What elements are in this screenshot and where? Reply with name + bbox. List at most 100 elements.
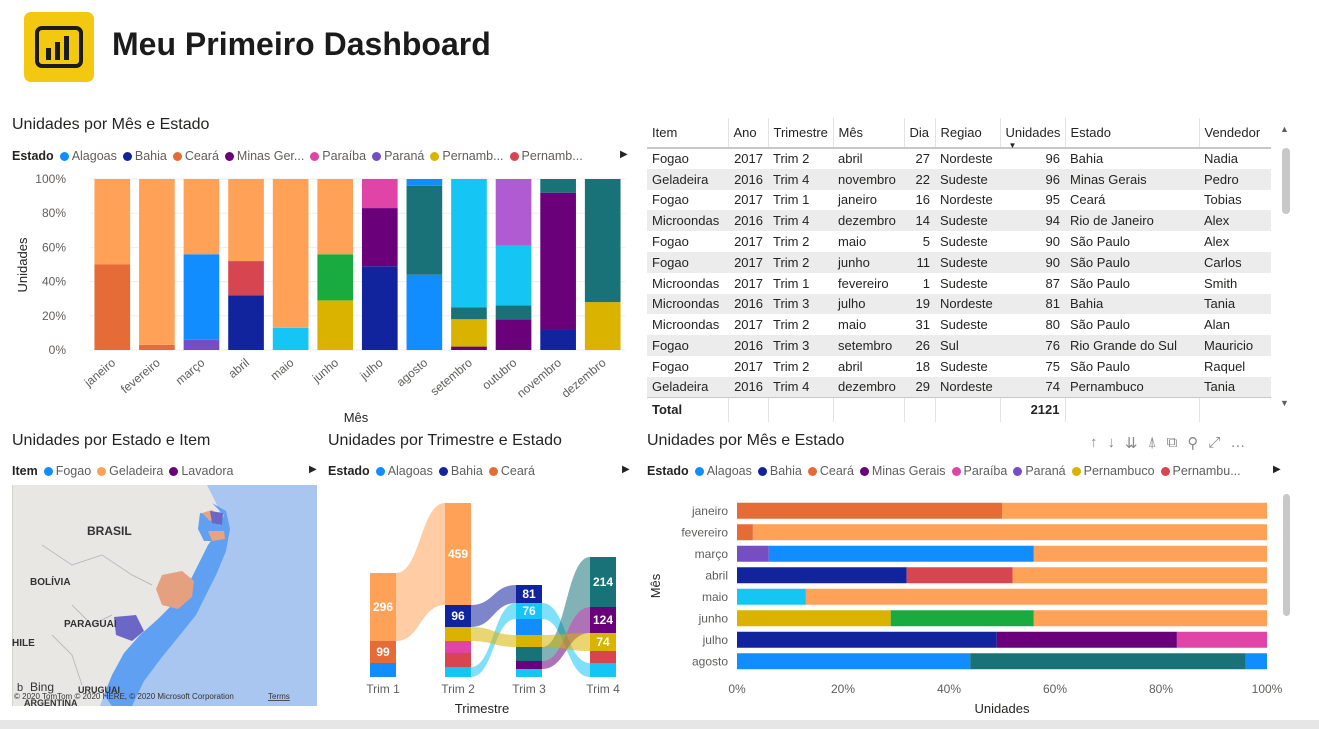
chart5-legend-item[interactable]: Alagoas xyxy=(694,464,752,478)
chart5-legend-item[interactable]: Bahia xyxy=(757,464,802,478)
column-segment[interactable] xyxy=(361,208,398,267)
bar-segment[interactable] xyxy=(1245,653,1267,670)
bar-segment[interactable] xyxy=(890,610,1034,627)
bar-segment[interactable] xyxy=(737,631,997,648)
column-segment[interactable] xyxy=(495,245,532,306)
bar-segment[interactable] xyxy=(737,502,1002,519)
bar-segment[interactable] xyxy=(737,545,769,562)
table-row[interactable]: Microondas 2017 Trim 1 fevereiro 1 Sudeste 87 S… xyxy=(647,273,1271,294)
copy-icon[interactable]: ⧉ xyxy=(1167,434,1178,452)
expand-all-icon[interactable]: ⇊ xyxy=(1125,434,1138,452)
ribbon-segment[interactable] xyxy=(516,661,542,669)
chart5-legend-item[interactable]: Pernambu... xyxy=(1160,464,1241,478)
column-header[interactable]: Vendedor xyxy=(1198,118,1271,149)
column-segment[interactable] xyxy=(139,179,175,345)
ribbon-segment[interactable] xyxy=(370,663,396,677)
column-segment[interactable] xyxy=(272,179,309,328)
bar-segment[interactable] xyxy=(970,653,1246,670)
ribbon-segment[interactable] xyxy=(445,667,471,677)
column-header[interactable]: Unidades ▼ xyxy=(999,118,1065,150)
map-legend-item[interactable]: Lavadora xyxy=(169,464,233,478)
bar-segment[interactable] xyxy=(805,588,1267,605)
column-segment[interactable] xyxy=(228,261,264,296)
drill-mode-icon[interactable]: ⍋ xyxy=(1148,434,1157,452)
column-segment[interactable] xyxy=(540,179,576,193)
column-segment[interactable] xyxy=(406,179,443,186)
ribbon-legend-item[interactable]: Alagoas xyxy=(375,464,433,478)
bar-segment[interactable] xyxy=(737,610,891,627)
map-legend-item[interactable]: Geladeira xyxy=(97,464,163,478)
ribbon-segment[interactable] xyxy=(516,669,542,677)
column-segment[interactable] xyxy=(406,274,443,350)
chart5-legend-item[interactable]: Pernambuco xyxy=(1071,464,1155,478)
column-header[interactable]: Item xyxy=(647,118,728,149)
ribbon-segment[interactable] xyxy=(590,663,616,677)
ribbon-band[interactable] xyxy=(471,627,516,647)
table-row[interactable]: Microondas 2016 Trim 3 julho 19 Nordeste 81 Bah… xyxy=(647,293,1271,315)
column-segment[interactable] xyxy=(495,179,532,246)
column-header[interactable]: Ano xyxy=(727,118,768,149)
column-segment[interactable] xyxy=(451,346,487,350)
ribbon-segment[interactable] xyxy=(445,627,471,641)
bar-segment[interactable] xyxy=(906,567,1013,584)
table-row[interactable]: Fogao 2017 Trim 2 maio 5 Sudeste 90 São Paulo Al… xyxy=(647,231,1271,252)
chart5-legend-item[interactable]: Paraná xyxy=(1013,464,1066,478)
column-segment[interactable] xyxy=(139,344,175,350)
ribbon-segment[interactable] xyxy=(516,647,542,661)
column-segment[interactable] xyxy=(540,192,576,330)
bar-segment[interactable] xyxy=(1176,631,1267,648)
column-segment[interactable] xyxy=(183,254,220,340)
ribbon-band[interactable] xyxy=(396,503,445,641)
column-segment[interactable] xyxy=(272,327,309,350)
bar-segment[interactable] xyxy=(752,524,1267,541)
column-segment[interactable] xyxy=(183,179,220,255)
column-segment[interactable] xyxy=(584,302,621,350)
column-segment[interactable] xyxy=(317,254,354,301)
bar-segment[interactable] xyxy=(1033,610,1267,627)
column-segment[interactable] xyxy=(317,179,354,255)
chart1-legend-item[interactable]: Pernamb... xyxy=(509,149,583,163)
table-row[interactable]: Microondas 2017 Trim 2 maio 31 Sudeste 80 São P… xyxy=(647,314,1271,335)
column-header[interactable]: Dia xyxy=(903,118,935,149)
more-options-icon[interactable]: … xyxy=(1230,434,1245,452)
table-row[interactable]: Geladeira 2016 Trim 4 dezembro 29 Nordeste 74 P… xyxy=(647,376,1271,398)
table-row[interactable]: Fogao 2016 Trim 3 setembro 26 Sul 76 Rio Grande… xyxy=(647,335,1271,356)
legend-next-arrow-icon[interactable]: ▶ xyxy=(309,464,317,475)
ribbon-segment[interactable] xyxy=(516,635,542,647)
scroll-down-icon[interactable]: ▼ xyxy=(1280,398,1289,408)
column-segment[interactable] xyxy=(451,307,487,320)
ribbon-legend-item[interactable]: Bahia xyxy=(438,464,483,478)
bar-segment[interactable] xyxy=(768,545,1034,562)
bar-segment[interactable] xyxy=(1012,567,1267,584)
chart1-legend-item[interactable]: Bahia xyxy=(122,149,167,163)
column-segment[interactable] xyxy=(94,179,131,265)
legend-next-arrow-icon[interactable]: ▶ xyxy=(1273,464,1281,475)
table-row[interactable]: Geladeira 2016 Trim 4 novembro 22 Sudeste 96 Mi… xyxy=(647,168,1271,190)
column-header[interactable]: Mês xyxy=(832,118,904,149)
column-segment[interactable] xyxy=(495,319,532,350)
column-header[interactable]: Regiao xyxy=(934,118,1000,149)
bar-segment[interactable] xyxy=(737,588,806,605)
column-segment[interactable] xyxy=(228,179,264,262)
table-row[interactable]: Fogao 2017 Trim 1 janeiro 16 Nordeste 95 Ceará T… xyxy=(647,190,1271,211)
chart1-legend-item[interactable]: Ceará xyxy=(172,149,219,163)
ribbon-segment[interactable] xyxy=(516,619,542,635)
ribbon-segment[interactable] xyxy=(445,653,471,667)
filter-icon[interactable]: ⚲ xyxy=(1187,434,1198,452)
bar-segment[interactable] xyxy=(1033,545,1267,562)
table-row[interactable]: Fogao 2017 Trim 2 abril 27 Nordeste 96 Bahia Nad… xyxy=(647,148,1271,169)
legend-next-arrow-icon[interactable]: ▶ xyxy=(622,464,630,475)
ribbon-segment[interactable] xyxy=(590,651,616,663)
drill-up-icon[interactable]: ↑ xyxy=(1090,434,1098,452)
column-segment[interactable] xyxy=(406,185,443,275)
chart1-legend-item[interactable]: Paraíba xyxy=(310,149,366,163)
bar-segment[interactable] xyxy=(996,631,1177,648)
column-segment[interactable] xyxy=(228,295,264,350)
legend-next-arrow-icon[interactable]: ▶ xyxy=(620,149,628,160)
ribbon-legend-item[interactable]: Ceará xyxy=(488,464,535,478)
chart5-legend-item[interactable]: Minas Gerais xyxy=(859,464,946,478)
column-segment[interactable] xyxy=(584,179,621,303)
focus-mode-icon[interactable]: ⤢ xyxy=(1208,434,1220,452)
chart1-legend-item[interactable]: Minas Ger... xyxy=(224,149,304,163)
drill-down-icon[interactable]: ↓ xyxy=(1108,434,1116,452)
